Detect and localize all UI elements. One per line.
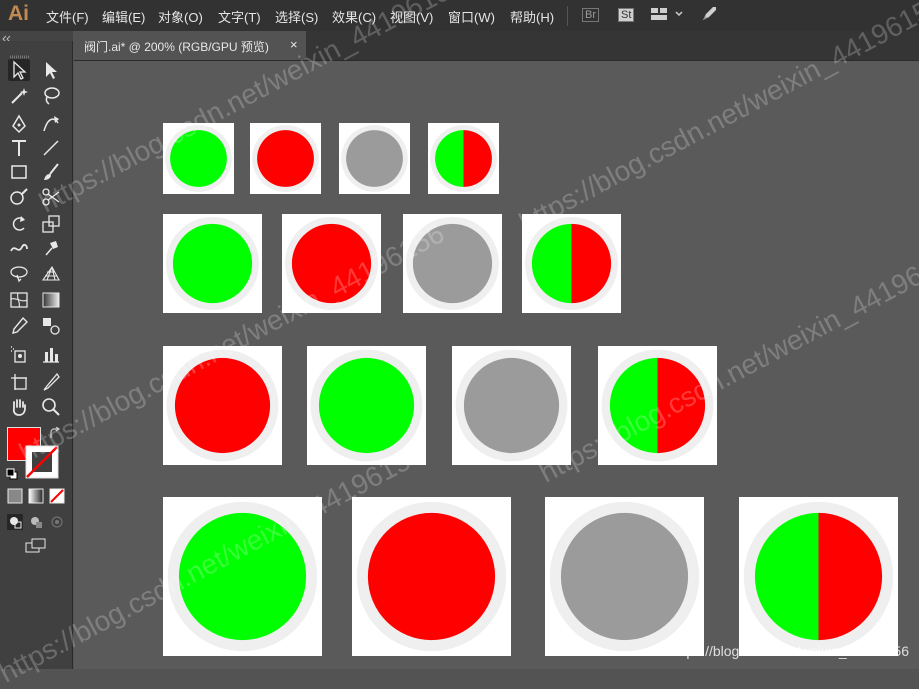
indicator-card-grey[interactable]	[452, 346, 571, 465]
puppet-warp-tool-icon[interactable]	[40, 237, 62, 259]
gradient-mode-icon[interactable]	[27, 487, 45, 505]
lamp-green	[178, 512, 307, 641]
eyedropper-tool-icon[interactable]	[8, 315, 30, 337]
blend-tool-icon[interactable]	[40, 315, 62, 337]
magic-wand-tool-icon[interactable]	[8, 85, 30, 107]
perspective-grid-tool-icon[interactable]	[40, 262, 62, 284]
stock-icon[interactable]: St	[618, 8, 635, 22]
rotate-tool-icon[interactable]	[8, 213, 30, 235]
draw-inside-icon[interactable]	[48, 513, 66, 531]
warp-tool-icon[interactable]	[8, 237, 30, 259]
rectangle-tool-icon[interactable]	[8, 161, 30, 183]
watermark-credit: https://blog.csdn.net/weixin_44196156	[670, 643, 909, 659]
lamp-green	[318, 357, 415, 454]
none-mode-icon[interactable]	[48, 487, 66, 505]
scissors-tool-icon[interactable]	[40, 186, 62, 208]
indicator-card-red[interactable]	[250, 123, 321, 194]
shaper-tool-icon[interactable]	[8, 186, 30, 208]
indicator-card-split[interactable]	[598, 346, 717, 465]
pen-tool-icon[interactable]	[8, 113, 30, 135]
artboard-canvas[interactable]: https://blog.csdn.net/weixin_44196156 ht…	[0, 0, 919, 688]
lamp-grey	[412, 223, 493, 304]
direct-selection-tool-icon[interactable]	[40, 59, 62, 81]
document-tab-bar: 阀门.ai* @ 200% (RGB/GPU 预览) ×	[74, 31, 919, 61]
symbol-sprayer-tool-icon[interactable]	[8, 343, 30, 365]
lasso-tool-icon[interactable]	[40, 85, 62, 107]
indicator-card-grey[interactable]	[339, 123, 410, 194]
scale-tool-icon[interactable]	[40, 213, 62, 235]
lamp-red	[257, 130, 314, 187]
stroke-color-swatch[interactable]	[25, 445, 59, 484]
indicator-card-green[interactable]	[307, 346, 426, 465]
line-segment-tool-icon[interactable]	[40, 137, 62, 159]
menu-view[interactable]: 视图(V)	[390, 7, 433, 26]
paintbrush-tool-icon[interactable]	[40, 161, 62, 183]
draw-normal-icon[interactable]	[6, 513, 24, 531]
lamp-grey	[463, 357, 560, 454]
panel-collapse-bar[interactable]	[0, 31, 73, 43]
indicator-card-split[interactable]	[522, 214, 621, 313]
menu-file[interactable]: 文件(F)	[46, 7, 89, 26]
slice-tool-icon[interactable]	[40, 371, 62, 393]
curvature-tool-icon[interactable]	[40, 113, 62, 135]
screen-mode-icon[interactable]	[24, 537, 48, 555]
menu-help[interactable]: 帮助(H)	[510, 7, 554, 26]
indicator-card-green[interactable]	[163, 497, 322, 656]
lamp-red	[174, 357, 271, 454]
bridge-icon[interactable]: Br	[582, 8, 599, 22]
draw-behind-icon[interactable]	[27, 513, 45, 531]
lamp-grey	[560, 512, 689, 641]
mesh-tool-icon[interactable]	[8, 289, 30, 311]
menu-select[interactable]: 选择(S)	[275, 7, 318, 26]
lamp-green	[172, 223, 253, 304]
lamp-green	[170, 130, 227, 187]
menu-window[interactable]: 窗口(W)	[448, 7, 495, 26]
gradient-tool-icon[interactable]	[40, 289, 62, 311]
indicator-card-green[interactable]	[163, 214, 262, 313]
menu-type[interactable]: 文字(T)	[218, 7, 261, 26]
document-tab[interactable]: 阀门.ai* @ 200% (RGB/GPU 预览) ×	[74, 31, 306, 60]
zoom-tool-icon[interactable]	[40, 396, 62, 418]
fill-color-mode-icon[interactable]	[6, 487, 24, 505]
menu-bar: Ai 文件(F) 编辑(E) 对象(O) 文字(T) 选择(S) 效果(C) 视…	[0, 0, 919, 31]
indicator-card-split[interactable]	[428, 123, 499, 194]
indicator-card-grey[interactable]	[545, 497, 704, 656]
menu-effect[interactable]: 效果(C)	[332, 7, 376, 26]
indicator-card-split[interactable]	[739, 497, 898, 656]
type-tool-icon[interactable]	[8, 137, 30, 159]
indicator-card-green[interactable]	[163, 123, 234, 194]
document-tab-title: 阀门.ai* @ 200% (RGB/GPU 预览)	[84, 40, 269, 54]
default-colors-icon[interactable]	[6, 467, 18, 485]
menubar-separator	[567, 6, 568, 26]
rocket-icon[interactable]	[700, 5, 718, 26]
swap-colors-icon[interactable]	[48, 426, 62, 446]
menu-edit[interactable]: 编辑(E)	[102, 7, 145, 26]
menu-object[interactable]: 对象(O)	[158, 7, 203, 26]
artboard-tool-icon[interactable]	[8, 371, 30, 393]
indicator-card-grey[interactable]	[403, 214, 502, 313]
close-icon[interactable]: ×	[290, 37, 298, 52]
lamp-red	[291, 223, 372, 304]
app-logo: Ai	[8, 2, 29, 25]
hand-tool-icon[interactable]	[8, 396, 30, 418]
indicator-card-red[interactable]	[163, 346, 282, 465]
indicator-card-red[interactable]	[352, 497, 511, 656]
lamp-red	[367, 512, 496, 641]
workspace-layout-icon[interactable]	[650, 6, 684, 25]
column-graph-tool-icon[interactable]	[40, 343, 62, 365]
indicator-card-red[interactable]	[282, 214, 381, 313]
shape-builder-tool-icon[interactable]	[8, 262, 30, 284]
lamp-grey	[346, 130, 403, 187]
selection-tool-icon[interactable]	[8, 59, 30, 81]
tools-panel	[0, 41, 73, 669]
